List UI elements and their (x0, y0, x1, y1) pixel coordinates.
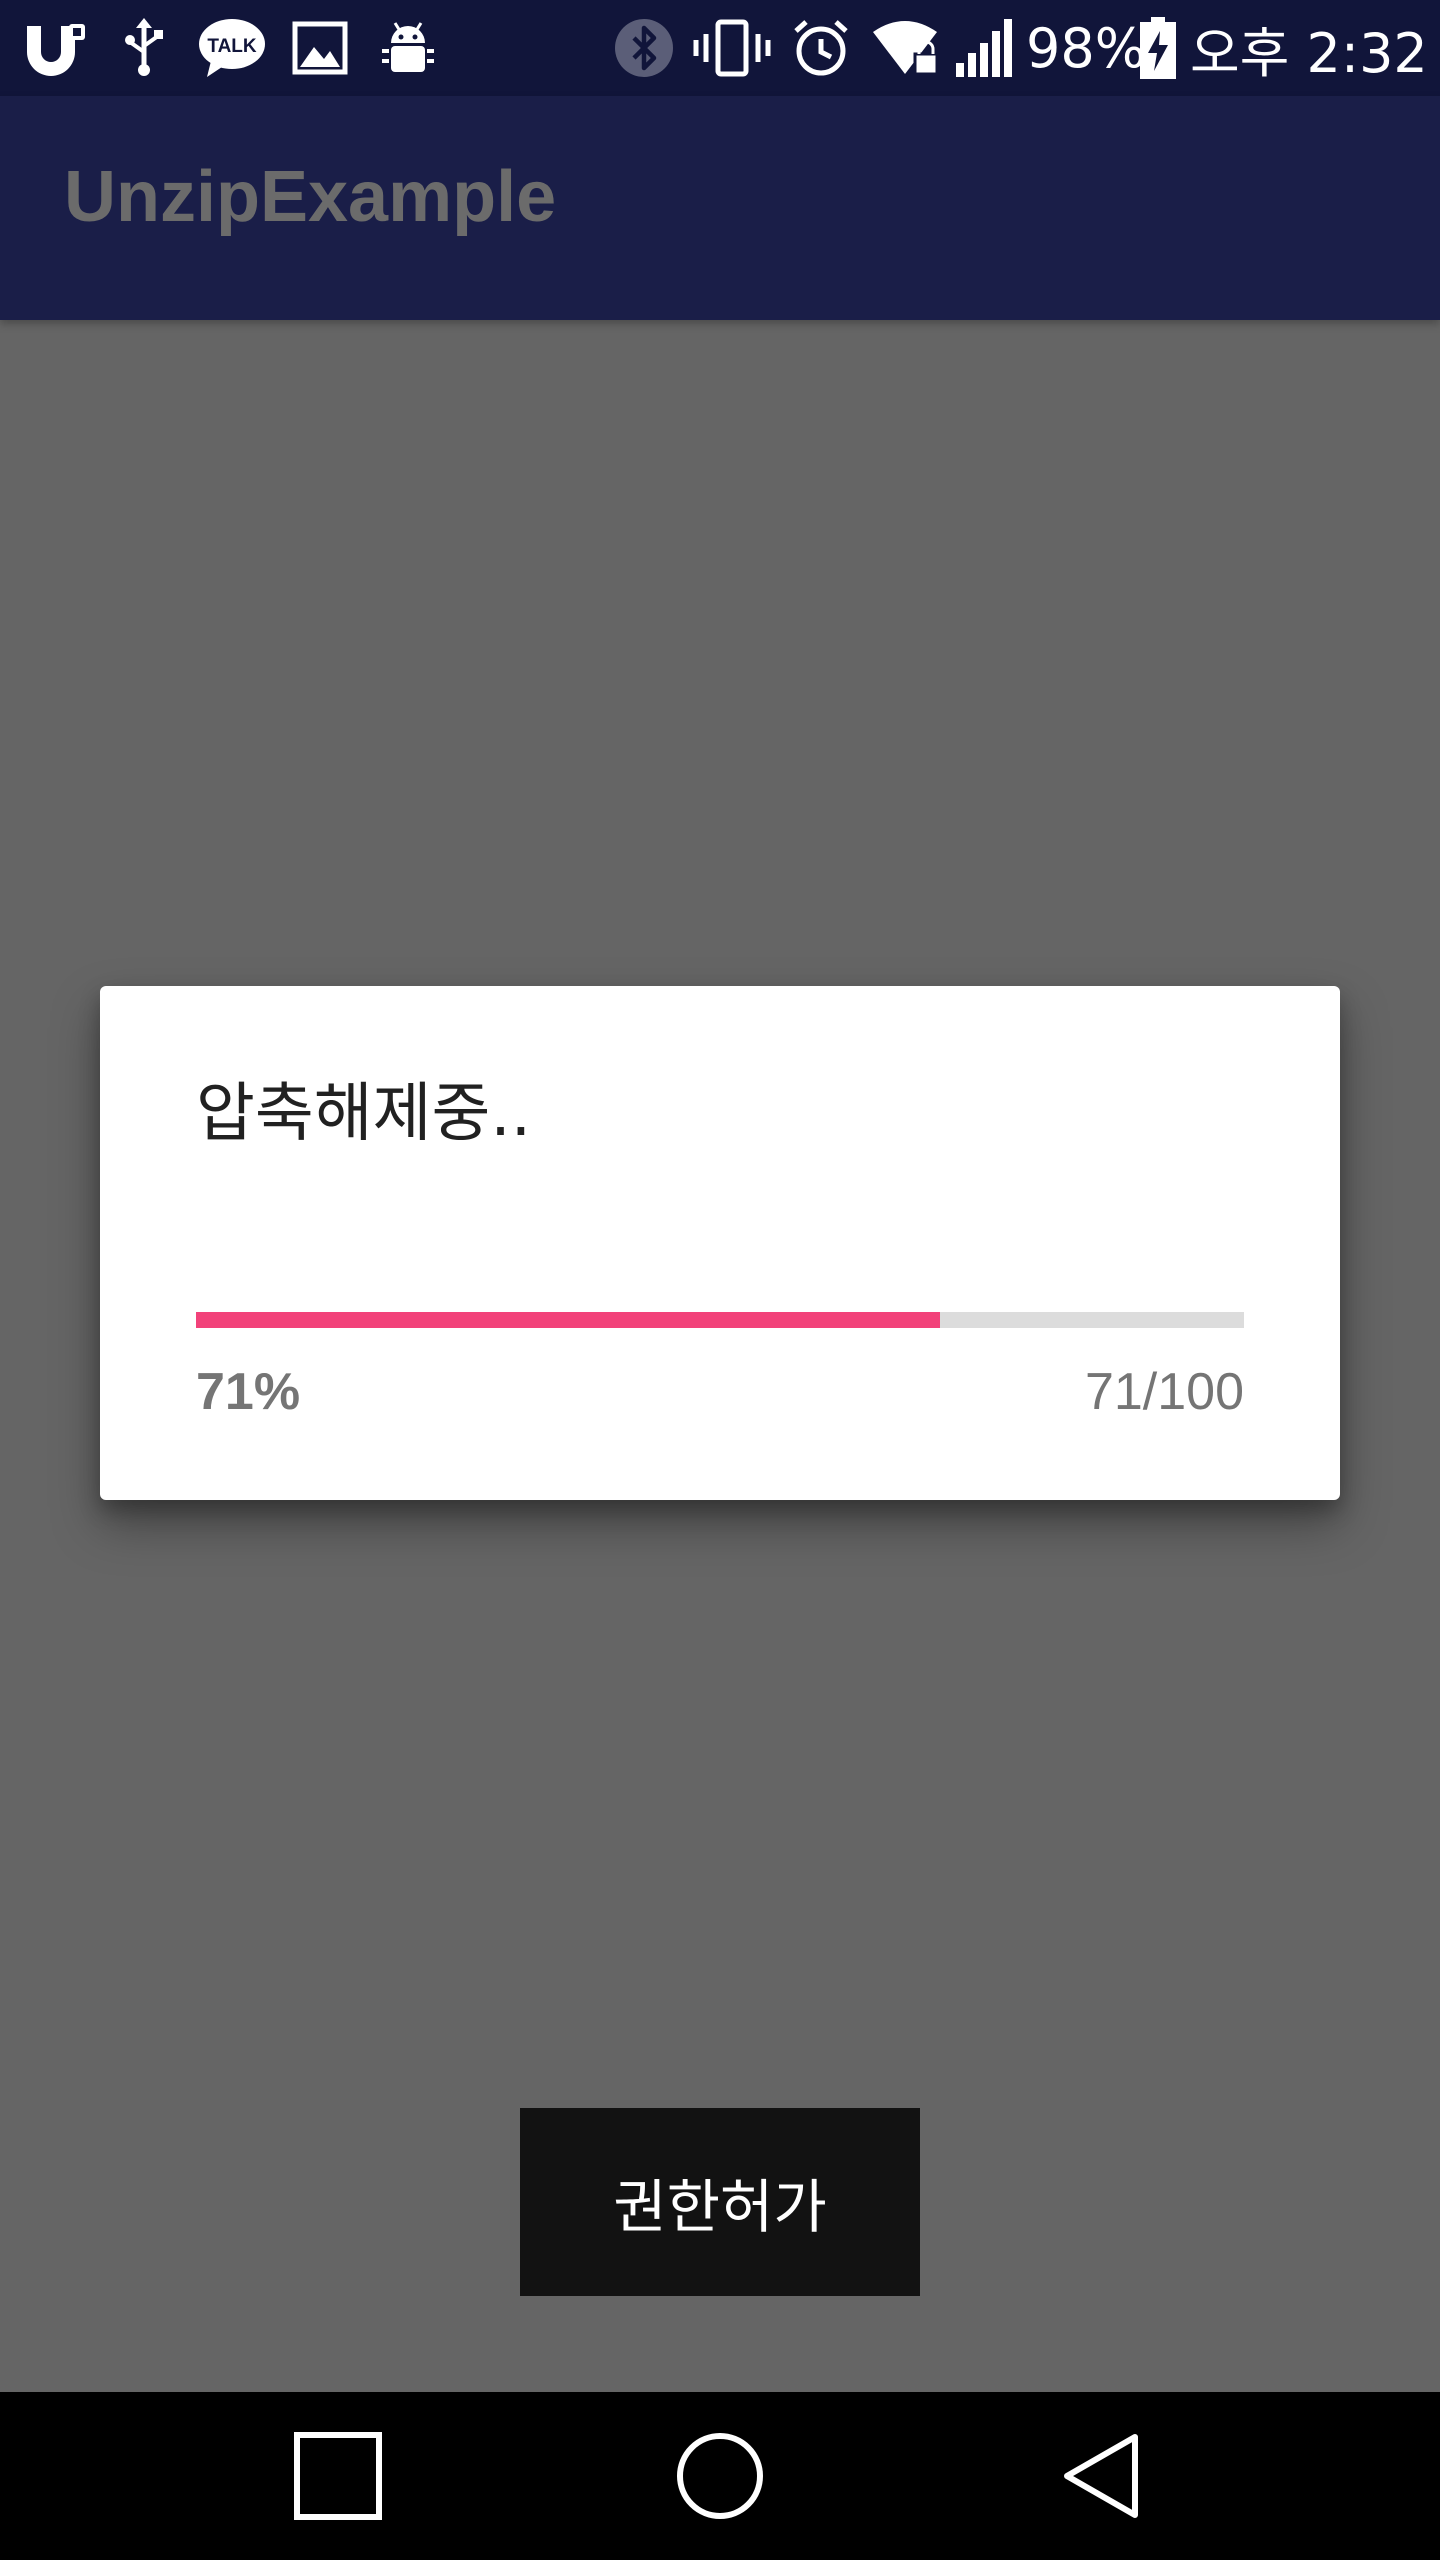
signal-icon (952, 16, 1014, 80)
navigation-bar (0, 2392, 1440, 2560)
app-title: UnzipExample (64, 157, 557, 237)
uplus-icon (22, 16, 88, 80)
android-debug-icon (378, 16, 438, 80)
app-bar: UnzipExample (0, 96, 1440, 320)
progress-percent: 71% (196, 1363, 301, 1421)
status-time: 오후 2:32 (1190, 21, 1428, 85)
progress-count: 71/100 (1084, 1363, 1244, 1421)
vibrate-icon (690, 16, 774, 80)
back-button[interactable] (1002, 2392, 1202, 2560)
alarm-icon (788, 16, 854, 80)
recents-button[interactable] (238, 2392, 438, 2560)
svg-text:TALK: TALK (207, 36, 257, 57)
gallery-icon (290, 16, 350, 80)
progress-bar-fill (196, 1312, 941, 1328)
progress-bar (196, 1312, 1244, 1328)
bluetooth-icon (612, 16, 676, 80)
battery-percent: 98% (1026, 16, 1147, 80)
battery-charging-icon (1138, 16, 1178, 80)
recents-icon (294, 2432, 382, 2520)
progress-dialog: 압축해제중.. 71% 71/100 (100, 986, 1340, 1500)
kakaotalk-icon: TALK (196, 16, 268, 80)
home-button[interactable] (620, 2392, 820, 2560)
dialog-title: 압축해제중.. (196, 1077, 532, 1151)
permission-button[interactable]: 권한허가 (520, 2108, 920, 2296)
home-icon (677, 2433, 763, 2519)
back-icon (1064, 2434, 1138, 2518)
usb-icon (114, 16, 174, 80)
status-bar: TALK 98% 오후 2:32 (0, 0, 1440, 96)
wifi-icon (870, 16, 944, 80)
